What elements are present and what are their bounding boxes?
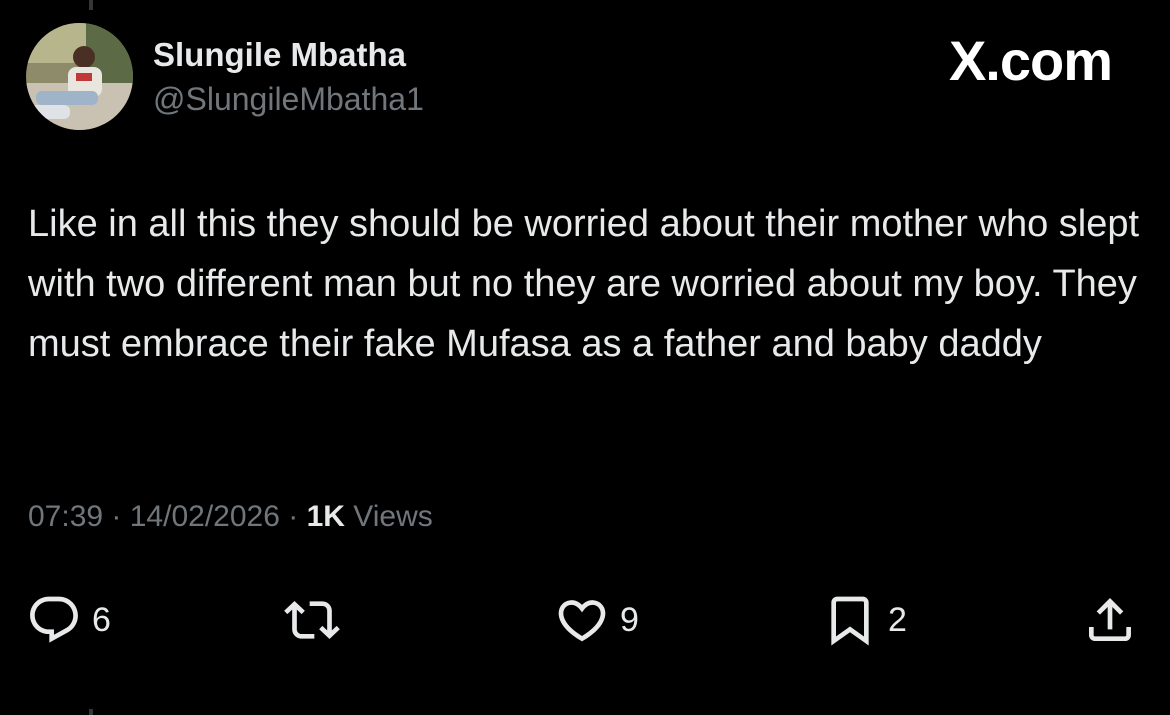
repost-icon	[284, 601, 340, 639]
x-logo: X.com	[948, 29, 1113, 92]
bookmark-button[interactable]: 2	[822, 590, 907, 650]
meta-separator: ·	[279, 500, 307, 533]
tweet-time[interactable]: 07:39	[28, 500, 103, 533]
thread-line-bottom	[89, 709, 93, 715]
tweet-meta: 07:39 · 14/02/2026 · 1K Views	[28, 500, 433, 534]
repost-button[interactable]	[284, 590, 350, 650]
action-bar: 6 9 2	[0, 590, 1170, 650]
author-display-name[interactable]: Slungile Mbatha	[153, 36, 406, 74]
share-button[interactable]	[1082, 590, 1138, 650]
like-count: 9	[620, 600, 639, 639]
bookmark-count: 2	[888, 600, 907, 639]
like-button[interactable]: 9	[554, 590, 639, 650]
share-icon	[1089, 598, 1131, 641]
views-count: 1K	[306, 500, 345, 533]
thread-line-top	[89, 0, 93, 10]
avatar[interactable]	[26, 23, 133, 130]
author-handle[interactable]: @SlungileMbatha1	[153, 81, 424, 118]
like-icon	[558, 600, 606, 642]
tweet-date[interactable]: 14/02/2026	[130, 500, 280, 533]
avatar-photo	[26, 23, 133, 130]
views-label: Views	[344, 500, 433, 533]
meta-separator: ·	[103, 500, 130, 533]
reply-icon	[30, 596, 78, 643]
reply-button[interactable]: 6	[26, 590, 111, 650]
reply-count: 6	[92, 600, 111, 639]
bookmark-icon	[831, 596, 869, 646]
tweet-text: Like in all this they should be worried …	[28, 203, 1140, 365]
